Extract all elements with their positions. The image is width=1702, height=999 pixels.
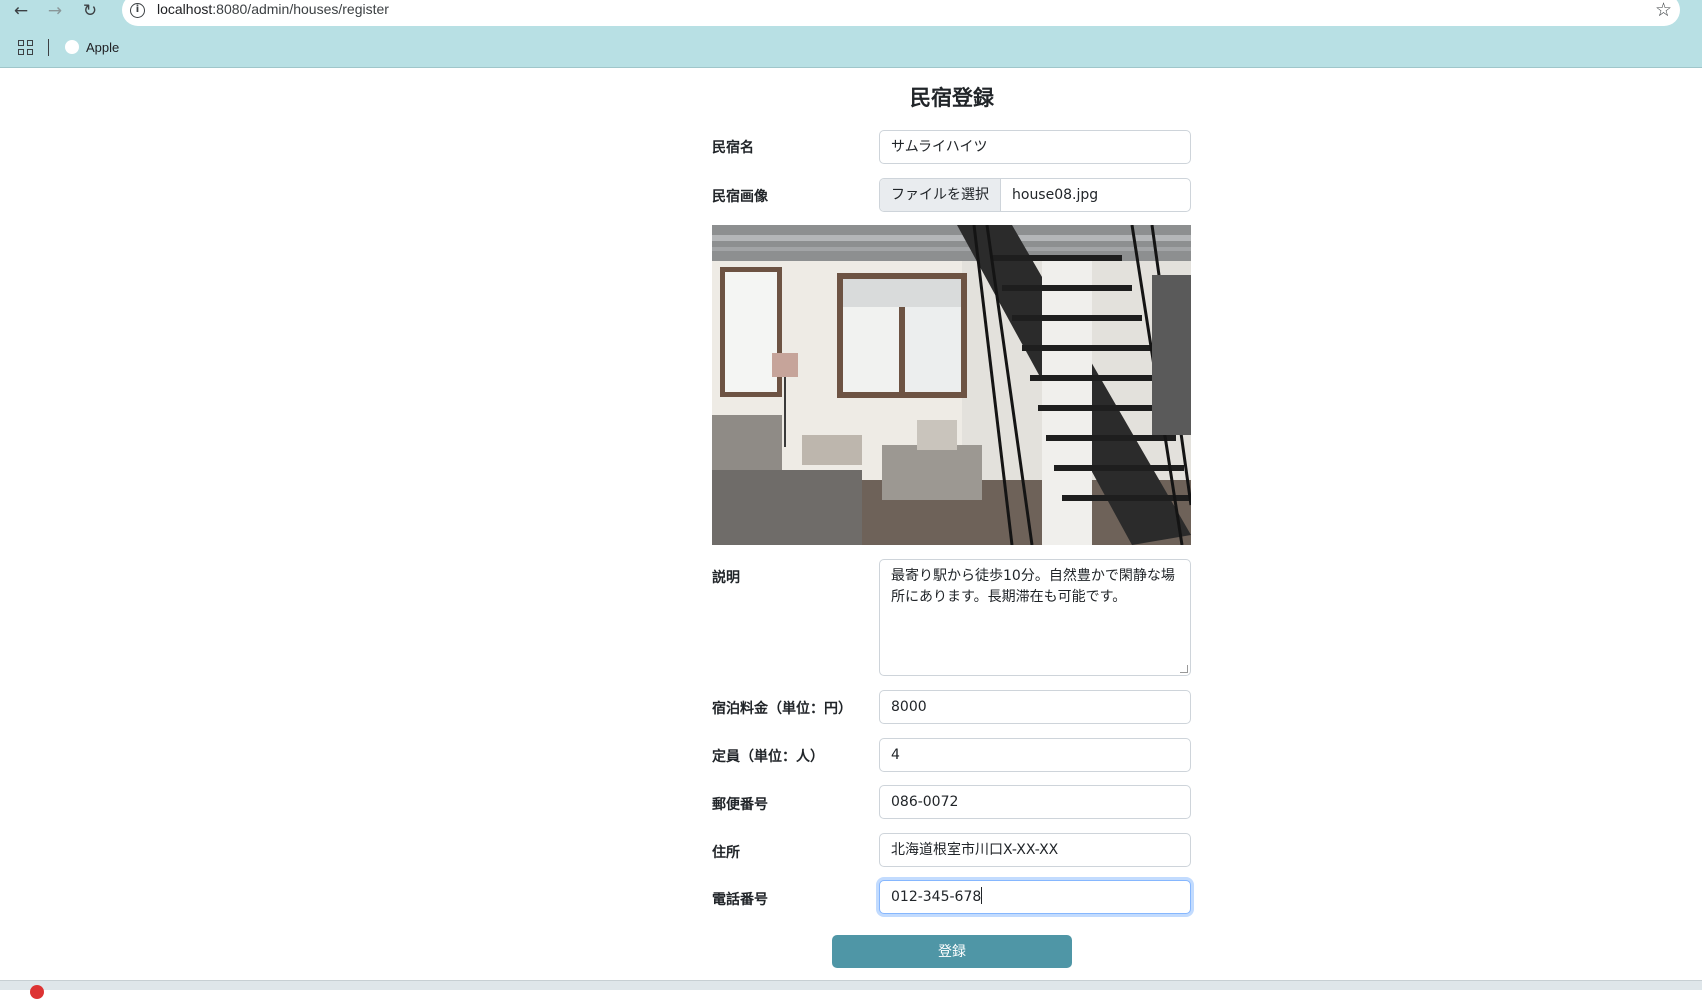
image-file-input[interactable]: ファイルを選択 house08.jpg [879,178,1191,212]
navigation-bar: ← → ↻ i localhost:8080/admin/houses/regi… [0,0,1702,26]
choose-file-button[interactable]: ファイルを選択 [880,179,1001,211]
postal-code-value: 086-0072 [891,794,959,810]
postal-code-input[interactable]: 086-0072 [879,785,1191,819]
address-label: 住所 [712,845,740,861]
resize-handle[interactable] [1180,665,1188,673]
selected-filename: house08.jpg [1012,187,1099,203]
register-submit-button[interactable]: 登録 [832,935,1072,968]
apps-grid-icon[interactable] [18,40,33,55]
url-path: :8080/admin/houses/register [212,1,389,17]
text-caret [981,887,983,904]
browser-chrome: ← → ↻ i localhost:8080/admin/houses/regi… [0,0,1702,68]
description-label: 説明 [712,570,740,586]
url-text[interactable]: localhost:8080/admin/houses/register [157,1,389,17]
price-input[interactable]: 8000 [879,690,1191,724]
price-label: 宿泊料金（単位：円） [712,701,852,717]
site-info-icon[interactable]: i [130,3,145,18]
name-value: サムライハイツ [891,139,988,155]
price-value: 8000 [891,699,927,715]
bookmark-divider [48,39,49,56]
bookmark-star-icon[interactable]: ☆ [1655,0,1672,21]
name-input[interactable]: サムライハイツ [879,130,1191,164]
taskbar-notification-icon[interactable] [30,985,44,999]
room-photo [712,225,1191,545]
url-host: localhost [157,1,213,17]
back-arrow-icon[interactable]: ← [8,0,34,22]
house-image-preview [712,225,1191,545]
bookmark-apple[interactable]: Apple [86,40,119,55]
phone-value: 012-345-678 [891,889,982,905]
capacity-value: 4 [891,747,900,763]
taskbar [0,980,1702,999]
postal-code-label: 郵便番号 [712,797,768,813]
description-value: 最寄り駅から徒歩10分。自然豊かで閑静な場所にあります。長期滞在も可能です。 [891,568,1175,605]
phone-input[interactable]: 012-345-678 [879,880,1191,914]
reload-icon[interactable]: ↻ [77,0,103,22]
capacity-label: 定員（単位：人） [712,749,824,765]
apple-icon [65,40,79,54]
forward-arrow-icon[interactable]: → [42,0,68,22]
description-textarea[interactable]: 最寄り駅から徒歩10分。自然豊かで閑静な場所にあります。長期滞在も可能です。 [879,559,1191,676]
phone-label: 電話番号 [712,892,768,908]
name-label: 民宿名 [712,140,754,156]
page-title: 民宿登録 [910,86,994,110]
image-label: 民宿画像 [712,189,768,205]
address-value: 北海道根室市川口X-XX-XX [891,842,1059,858]
capacity-input[interactable]: 4 [879,738,1191,772]
address-input[interactable]: 北海道根室市川口X-XX-XX [879,833,1191,867]
